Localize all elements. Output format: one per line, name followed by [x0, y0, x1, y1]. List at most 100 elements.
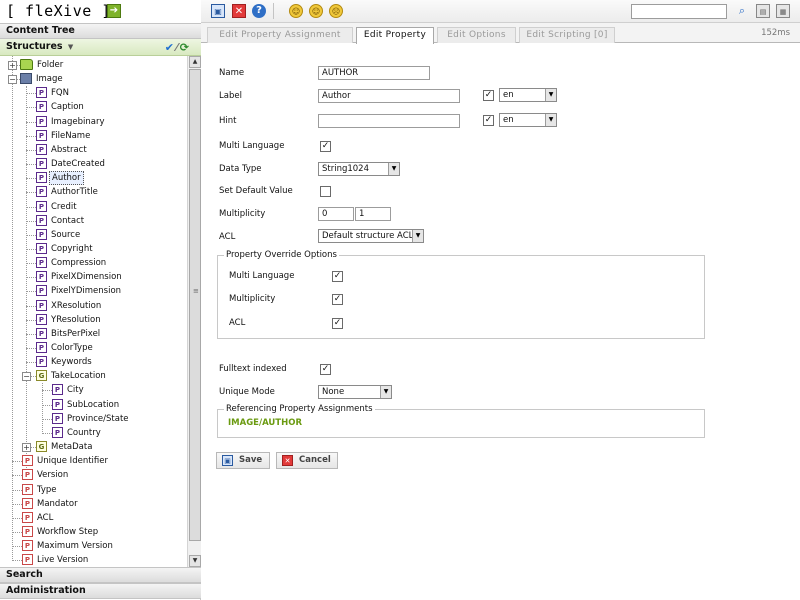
- unique-mode-select[interactable]: None ▼: [318, 385, 392, 399]
- administration-header[interactable]: Administration: [0, 583, 201, 599]
- tree-node-maximum-version[interactable]: P Maximum Version: [22, 539, 115, 553]
- label-input[interactable]: Author: [318, 89, 460, 103]
- tree-node-label: SubLocation: [67, 399, 120, 410]
- cancel-icon[interactable]: ✕: [232, 4, 246, 18]
- tree-node-fqn[interactable]: P FQN: [36, 86, 71, 100]
- p-icon: P: [36, 271, 47, 283]
- tree-node-bitsperpixel[interactable]: P BitsPerPixel: [36, 327, 102, 341]
- tree-node-caption[interactable]: P Caption: [36, 100, 86, 114]
- override-multiplicity-label: Multiplicity: [229, 294, 276, 304]
- tab-edit-options[interactable]: Edit Options: [437, 27, 516, 43]
- tree-node-keywords[interactable]: P Keywords: [36, 355, 94, 369]
- smiley-neutral-icon[interactable]: ☺: [309, 4, 323, 18]
- tree-node-pixelxdimension[interactable]: P PixelXDimension: [36, 270, 124, 284]
- expand-icon[interactable]: +: [22, 443, 31, 453]
- referencing-assignment-link[interactable]: IMAGE/AUTHOR: [228, 418, 302, 428]
- save-icon[interactable]: ▣: [211, 4, 225, 18]
- tree-node-takelocation[interactable]: G TakeLocation: [36, 369, 108, 383]
- tree-node-author[interactable]: P Author: [36, 171, 84, 186]
- tree-node-abstract[interactable]: P Abstract: [36, 143, 89, 157]
- name-input[interactable]: AUTHOR: [318, 66, 430, 80]
- tab-edit-property[interactable]: Edit Property: [356, 27, 434, 44]
- tree-node-imagebinary[interactable]: P Imagebinary: [36, 115, 107, 129]
- override-multi-language-checkbox[interactable]: ✓: [332, 271, 343, 282]
- quick-search-input[interactable]: [631, 4, 727, 19]
- tree-node-label: City: [67, 385, 84, 396]
- set-default-checkbox[interactable]: [320, 186, 331, 197]
- collapse-icon[interactable]: −: [22, 372, 31, 382]
- tree-node-copyright[interactable]: P Copyright: [36, 242, 95, 256]
- tree-scrollbar[interactable]: ▲ ≡ ▼: [187, 56, 201, 567]
- hint-input[interactable]: [318, 114, 460, 128]
- scroll-down-icon[interactable]: ▼: [189, 555, 201, 567]
- tree-node-province-state[interactable]: P Province/State: [52, 412, 131, 426]
- tree-node-city[interactable]: P City: [52, 383, 86, 397]
- tree-node-workflow-step[interactable]: P Workflow Step: [22, 525, 100, 539]
- label-lang-checkbox[interactable]: ✓: [483, 90, 494, 101]
- cancel-button[interactable]: ✕ Cancel: [276, 452, 338, 469]
- override-acl-checkbox[interactable]: ✓: [332, 318, 343, 329]
- hint-language-select[interactable]: en ▼: [499, 113, 557, 127]
- tree-node-unique-identifier[interactable]: P Unique Identifier: [22, 454, 110, 468]
- search-icon[interactable]: ⌕: [735, 4, 749, 18]
- structures-header[interactable]: Structures ▼ ✔⁄⟳: [0, 39, 201, 56]
- tree-node-mandator[interactable]: P Mandator: [22, 497, 80, 511]
- content-tree-header[interactable]: Content Tree: [0, 23, 201, 39]
- smiley-sad-icon[interactable]: ☹: [329, 4, 343, 18]
- tree-node-yresolution[interactable]: P YResolution: [36, 313, 103, 327]
- scroll-up-icon[interactable]: ▲: [189, 56, 201, 68]
- chevron-down-icon[interactable]: ▼: [68, 43, 73, 51]
- window-icon[interactable]: ▤: [756, 4, 770, 18]
- logo-arrow-icon[interactable]: ➔: [107, 4, 121, 18]
- acl-select[interactable]: Default structure ACL ▼: [318, 229, 424, 243]
- tree-node-authortitle[interactable]: P AuthorTitle: [36, 185, 100, 199]
- tree-node-metadata[interactable]: G MetaData: [36, 440, 94, 454]
- close-panel-icon[interactable]: ▦: [776, 4, 790, 18]
- tree-connector: [12, 461, 22, 463]
- scroll-thumb[interactable]: ≡: [189, 69, 201, 541]
- save-button[interactable]: ▣ Save: [216, 452, 270, 469]
- tree-node-image[interactable]: Image: [20, 72, 65, 86]
- unique-mode-label: Unique Mode: [219, 387, 275, 397]
- hint-lang-checkbox[interactable]: ✓: [483, 115, 494, 126]
- tree-node-credit[interactable]: P Credit: [36, 200, 79, 214]
- sys-icon: P: [22, 540, 33, 552]
- tree-node-version[interactable]: P Version: [22, 468, 70, 482]
- tree-node-xresolution[interactable]: P XResolution: [36, 299, 103, 313]
- smiley-happy-icon[interactable]: ☺: [289, 4, 303, 18]
- refresh-icon[interactable]: ⟳: [180, 41, 191, 54]
- acl-value: Default structure ACL: [322, 231, 414, 241]
- tab-edit-scripting[interactable]: Edit Scripting [0]: [519, 27, 615, 43]
- checkmark-icon[interactable]: ✔: [165, 41, 176, 54]
- tree-node-sublocation[interactable]: P SubLocation: [52, 398, 121, 412]
- tree-node-country[interactable]: P Country: [52, 426, 103, 440]
- tree-node-label: Workflow Step: [37, 526, 99, 537]
- override-multiplicity-checkbox[interactable]: ✓: [332, 294, 343, 305]
- multiplicity-min-input[interactable]: 0: [318, 207, 354, 221]
- multi-language-checkbox[interactable]: ✓: [320, 141, 331, 152]
- tree-node-folder[interactable]: Folder: [20, 58, 65, 72]
- tree-connector: [26, 220, 36, 222]
- tree-node-datecreated[interactable]: P DateCreated: [36, 157, 107, 171]
- help-icon[interactable]: ?: [252, 4, 266, 18]
- g-icon: G: [36, 370, 47, 382]
- tree-node-colortype[interactable]: P ColorType: [36, 341, 95, 355]
- tree-node-label: Image: [36, 74, 63, 85]
- tree-node-acl[interactable]: P ACL: [22, 511, 55, 525]
- tree-node-compression[interactable]: P Compression: [36, 256, 108, 270]
- tree-node-live-version[interactable]: P Live Version: [22, 553, 90, 566]
- tab-edit-property-assignment[interactable]: Edit Property Assignment: [207, 27, 353, 43]
- multiplicity-max-input[interactable]: 1: [355, 207, 391, 221]
- tree-node-source[interactable]: P Source: [36, 228, 82, 242]
- tree-node-pixelydimension[interactable]: P PixelYDimension: [36, 284, 123, 298]
- search-header[interactable]: Search: [0, 567, 201, 583]
- collapse-icon[interactable]: −: [8, 75, 17, 85]
- tree-node-contact[interactable]: P Contact: [36, 214, 86, 228]
- tree-node-label: Unique Identifier: [37, 456, 108, 467]
- expand-icon[interactable]: +: [8, 61, 17, 70]
- tree-node-type[interactable]: P Type: [22, 483, 59, 497]
- data-type-select[interactable]: String1024 ▼: [318, 162, 400, 176]
- label-language-select[interactable]: en ▼: [499, 88, 557, 102]
- tree-node-filename[interactable]: P FileName: [36, 129, 92, 143]
- fulltext-checkbox[interactable]: ✓: [320, 364, 331, 375]
